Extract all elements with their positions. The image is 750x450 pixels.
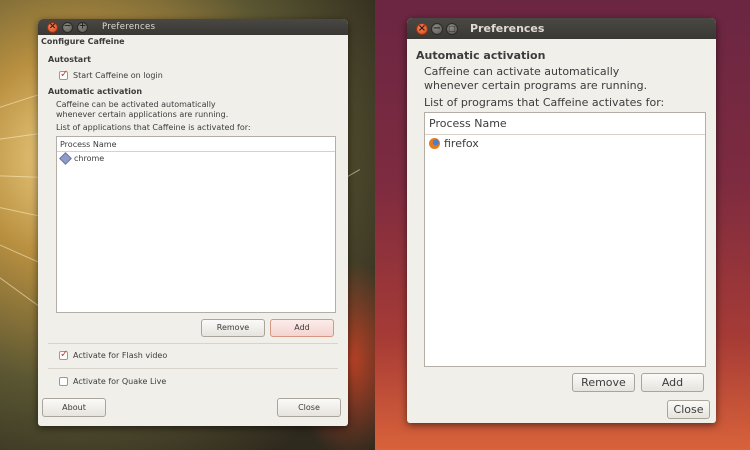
close-window-button[interactable]: ×	[47, 21, 58, 33]
automatic-activation-heading: Automatic activation	[48, 87, 143, 96]
add-button-label: Add	[294, 323, 310, 332]
automatic-activation-heading: Automatic activation	[416, 49, 546, 62]
quake-live-checkbox[interactable]	[59, 377, 68, 386]
minimize-window-button[interactable]: −	[431, 22, 443, 35]
about-button-label: About	[62, 403, 86, 412]
remove-button[interactable]: Remove	[572, 373, 635, 392]
list-item[interactable]: firefox	[427, 136, 703, 151]
window-title: Preferences	[470, 22, 545, 35]
close-icon: ×	[48, 21, 57, 32]
remove-button-label: Remove	[216, 323, 250, 332]
list-label: List of programs that Caffeine activates…	[424, 96, 665, 109]
add-button-label: Add	[661, 376, 684, 389]
minimize-window-button[interactable]: −	[62, 21, 73, 33]
window-title: Preferences	[102, 22, 156, 32]
diamond-app-icon	[59, 152, 72, 165]
add-button[interactable]: Add	[641, 373, 704, 392]
start-on-login-checkbox[interactable]	[59, 69, 68, 80]
close-button[interactable]: Close	[667, 400, 710, 419]
automatic-activation-description: Caffeine can activate automatically	[424, 65, 620, 78]
preferences-window-right: × − □ Preferences Automatic activation C…	[407, 18, 716, 423]
column-header-label: Process Name	[429, 117, 507, 130]
preferences-window-left: × − + Preferences Configure Caffeine Aut…	[38, 19, 348, 426]
separator	[48, 368, 338, 369]
process-list[interactable]: Process Name chrome	[56, 136, 336, 313]
list-item[interactable]: chrome	[59, 152, 329, 165]
flash-video-checkbox[interactable]	[59, 349, 68, 360]
automatic-activation-description-2: whenever certain applications are runnin…	[56, 110, 229, 119]
maximize-icon: +	[78, 21, 87, 32]
quake-live-label[interactable]: Activate for Quake Live	[73, 377, 166, 386]
title-bar[interactable]: × − □ Preferences	[407, 18, 716, 39]
minimize-icon: −	[432, 22, 442, 34]
process-name-column-header[interactable]: Process Name	[57, 137, 335, 152]
automatic-activation-description: Caffeine can be activated automatically	[56, 100, 216, 109]
about-button[interactable]: About	[42, 398, 106, 417]
start-on-login-label[interactable]: Start Caffeine on login	[73, 71, 163, 80]
maximize-window-button[interactable]: □	[446, 22, 458, 35]
flash-video-label[interactable]: Activate for Flash video	[73, 351, 167, 360]
remove-button[interactable]: Remove	[201, 319, 265, 337]
list-item-label: chrome	[74, 154, 105, 163]
remove-button-label: Remove	[581, 376, 626, 389]
separator	[48, 343, 338, 344]
automatic-activation-description-2: whenever certain programs are running.	[424, 79, 648, 92]
close-button-label: Close	[673, 403, 704, 416]
title-bar[interactable]: × − + Preferences	[38, 19, 348, 35]
process-list[interactable]: Process Name firefox	[424, 112, 706, 367]
column-header-label: Process Name	[60, 140, 117, 149]
autostart-section-heading: Autostart	[48, 55, 91, 64]
maximize-window-button[interactable]: +	[77, 21, 88, 33]
close-button[interactable]: Close	[277, 398, 341, 417]
firefox-icon	[429, 138, 440, 149]
close-icon: ×	[417, 22, 427, 34]
page-title: Configure Caffeine	[41, 37, 125, 46]
maximize-icon: □	[448, 23, 456, 33]
minimize-icon: −	[63, 21, 72, 32]
process-name-column-header[interactable]: Process Name	[425, 113, 705, 135]
list-item-label: firefox	[444, 137, 479, 150]
close-button-label: Close	[298, 403, 320, 412]
list-label: List of applications that Caffeine is ac…	[56, 123, 251, 132]
close-window-button[interactable]: ×	[416, 22, 428, 35]
add-button[interactable]: Add	[270, 319, 334, 337]
